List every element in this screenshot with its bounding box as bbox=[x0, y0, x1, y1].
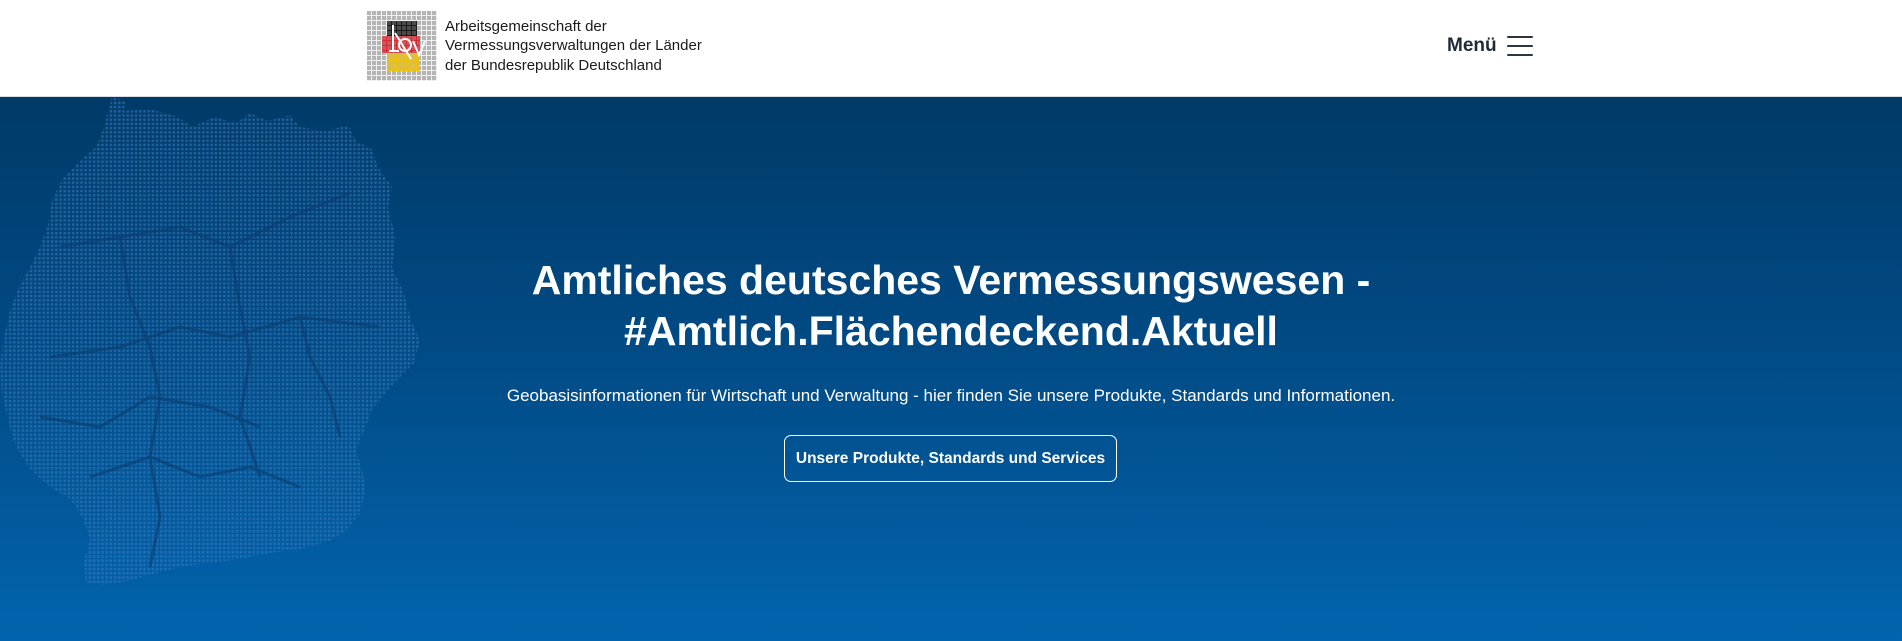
logo-line-2: Vermessungsverwaltungen der Länder bbox=[445, 37, 702, 55]
home-logo-link[interactable]: Arbeitsgemeinschaft der Vermessungsverwa… bbox=[367, 11, 702, 81]
logo-line-3: der Bundesrepublik Deutschland bbox=[445, 56, 662, 74]
site-header: Arbeitsgemeinschaft der Vermessungsverwa… bbox=[0, 0, 1902, 97]
menu-button[interactable]: Menü bbox=[1447, 30, 1533, 62]
hero-title-line-2: #Amtlich.Flächendeckend.Aktuell bbox=[624, 308, 1278, 354]
products-standards-services-button[interactable]: Unsere Produkte, Standards und Services bbox=[784, 435, 1117, 482]
logo-line-1: Arbeitsgemeinschaft der bbox=[445, 17, 607, 35]
hero-title-line-1: Amtliches deutsches Vermessungswesen - bbox=[531, 257, 1371, 303]
logo-wordmark: Arbeitsgemeinschaft der Vermessungsverwa… bbox=[445, 17, 702, 76]
hero-banner: Amtliches deutsches Vermessungswesen - #… bbox=[0, 97, 1902, 641]
adv-logo-icon bbox=[367, 11, 437, 81]
hamburger-menu-icon bbox=[1506, 36, 1533, 56]
hero-subtitle: Geobasisinformationen für Wirtschaft und… bbox=[506, 386, 1396, 405]
germany-map-dotted-icon bbox=[0, 97, 420, 585]
hero-title: Amtliches deutsches Vermessungswesen - #… bbox=[0, 255, 1902, 357]
menu-label: Menü bbox=[1447, 35, 1497, 56]
